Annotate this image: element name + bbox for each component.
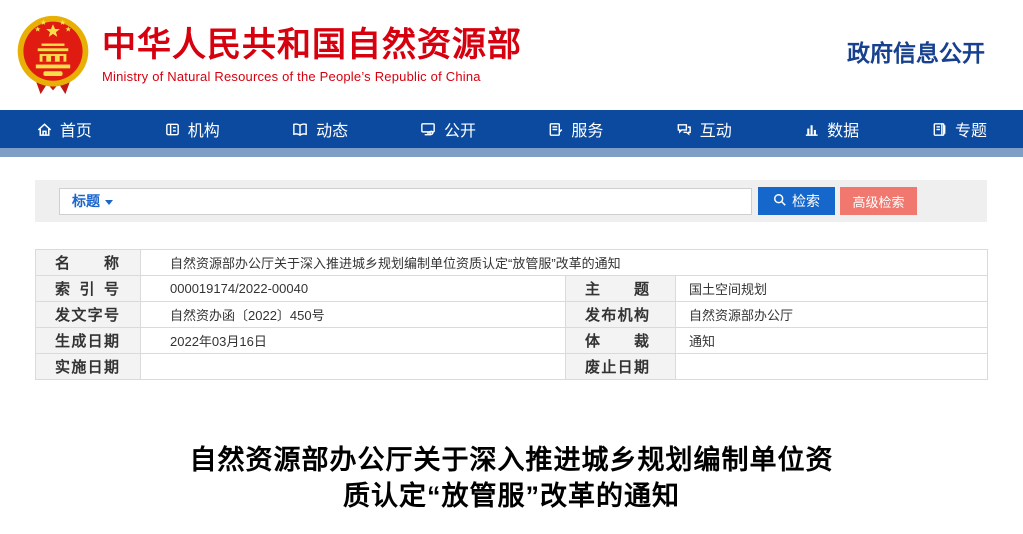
site-title: 中华人民共和国自然资源部 <box>102 26 522 65</box>
table-row: 名 称 自然资源部办公厅关于深入推进城乡规划编制单位资质认定“放管服”改革的通知 <box>36 250 988 276</box>
field-value-repeal-date <box>676 354 988 380</box>
field-label-created-date: 生成日期 <box>36 328 141 354</box>
national-emblem-icon[interactable] <box>14 13 92 97</box>
home-icon <box>36 121 53 138</box>
table-row: 实施日期 废止日期 <box>36 354 988 380</box>
field-value-created-date: 2022年03月16日 <box>141 328 566 354</box>
search-icon <box>773 193 787 210</box>
field-label-name: 名 称 <box>36 250 141 276</box>
nav-item-label: 专题 <box>955 117 987 141</box>
document-title: 自然资源部办公厅关于深入推进城乡规划编制单位资 质认定“放管服”改革的通知 <box>0 442 1023 514</box>
document-metadata-table: 名 称 自然资源部办公厅关于深入推进城乡规划编制单位资质认定“放管服”改革的通知… <box>35 249 988 380</box>
nav-item-interaction[interactable]: 互动 <box>639 110 767 148</box>
service-icon <box>547 121 564 138</box>
field-value-index-number: 000019174/2022-00040 <box>141 276 566 302</box>
field-label-subject: 主 题 <box>566 276 676 302</box>
nav-item-news[interactable]: 动态 <box>256 110 384 148</box>
field-label-effective-date: 实施日期 <box>36 354 141 380</box>
search-input[interactable]: 标题 <box>59 188 752 215</box>
search-field-selector[interactable]: 标题 <box>72 191 113 211</box>
advanced-search-button[interactable]: 高级检索 <box>840 187 917 215</box>
nav-item-home[interactable]: 首页 <box>0 110 128 148</box>
data-icon <box>803 121 820 138</box>
nav-item-label: 首页 <box>60 117 92 141</box>
field-value-effective-date <box>141 354 566 380</box>
search-button-label: 检索 <box>792 191 820 211</box>
field-value-subject: 国土空间规划 <box>676 276 988 302</box>
interaction-icon <box>675 121 693 138</box>
site-header: 中华人民共和国自然资源部 Ministry of Natural Resourc… <box>0 0 1023 110</box>
gov-info-disclosure-link[interactable]: 政府信息公开 <box>847 34 985 68</box>
field-label-issuing-agency: 发布机构 <box>566 302 676 328</box>
nav-item-topics[interactable]: 专题 <box>895 110 1023 148</box>
document-title-line1: 自然资源部办公厅关于深入推进城乡规划编制单位资 <box>0 442 1023 478</box>
organization-icon <box>164 121 181 138</box>
nav-item-label: 机构 <box>188 117 220 141</box>
nav-item-label: 公开 <box>444 117 476 141</box>
site-subtitle: Ministry of Natural Resources of the Peo… <box>102 69 522 84</box>
site-title-block: 中华人民共和国自然资源部 Ministry of Natural Resourc… <box>102 26 522 84</box>
topics-icon <box>931 121 948 138</box>
nav-accent-strip <box>0 148 1023 157</box>
table-row: 生成日期 2022年03月16日 体 裁 通知 <box>36 328 988 354</box>
field-value-name: 自然资源部办公厅关于深入推进城乡规划编制单位资质认定“放管服”改革的通知 <box>141 250 988 276</box>
news-icon <box>291 121 309 138</box>
field-label-index-number: 索 引 号 <box>36 276 141 302</box>
search-button[interactable]: 检索 <box>758 187 835 215</box>
nav-item-label: 服务 <box>571 117 603 141</box>
table-row: 发文字号 自然资办函〔2022〕450号 发布机构 自然资源部办公厅 <box>36 302 988 328</box>
search-section: 标题 检索 高级检索 <box>35 180 987 222</box>
nav-item-data[interactable]: 数据 <box>767 110 895 148</box>
nav-item-disclosure[interactable]: 公开 <box>384 110 512 148</box>
search-field-selector-label: 标题 <box>72 191 100 211</box>
nav-item-service[interactable]: 服务 <box>512 110 640 148</box>
field-value-genre: 通知 <box>676 328 988 354</box>
field-value-issuing-agency: 自然资源部办公厅 <box>676 302 988 328</box>
table-row: 索 引 号 000019174/2022-00040 主 题 国土空间规划 <box>36 276 988 302</box>
main-navbar: 首页 机构 动态 公开 服务 互动 数据 专题 <box>0 110 1023 148</box>
field-label-doc-number: 发文字号 <box>36 302 141 328</box>
document-title-line2: 质认定“放管服”改革的通知 <box>0 478 1023 514</box>
page: 中华人民共和国自然资源部 Ministry of Natural Resourc… <box>0 0 1023 534</box>
disclosure-icon <box>419 121 437 138</box>
nav-item-organization[interactable]: 机构 <box>128 110 256 148</box>
field-label-repeal-date: 废止日期 <box>566 354 676 380</box>
chevron-down-icon <box>105 200 113 205</box>
field-value-doc-number: 自然资办函〔2022〕450号 <box>141 302 566 328</box>
nav-item-label: 互动 <box>700 117 732 141</box>
nav-item-label: 动态 <box>316 117 348 141</box>
field-label-genre: 体 裁 <box>566 328 676 354</box>
nav-item-label: 数据 <box>827 117 859 141</box>
